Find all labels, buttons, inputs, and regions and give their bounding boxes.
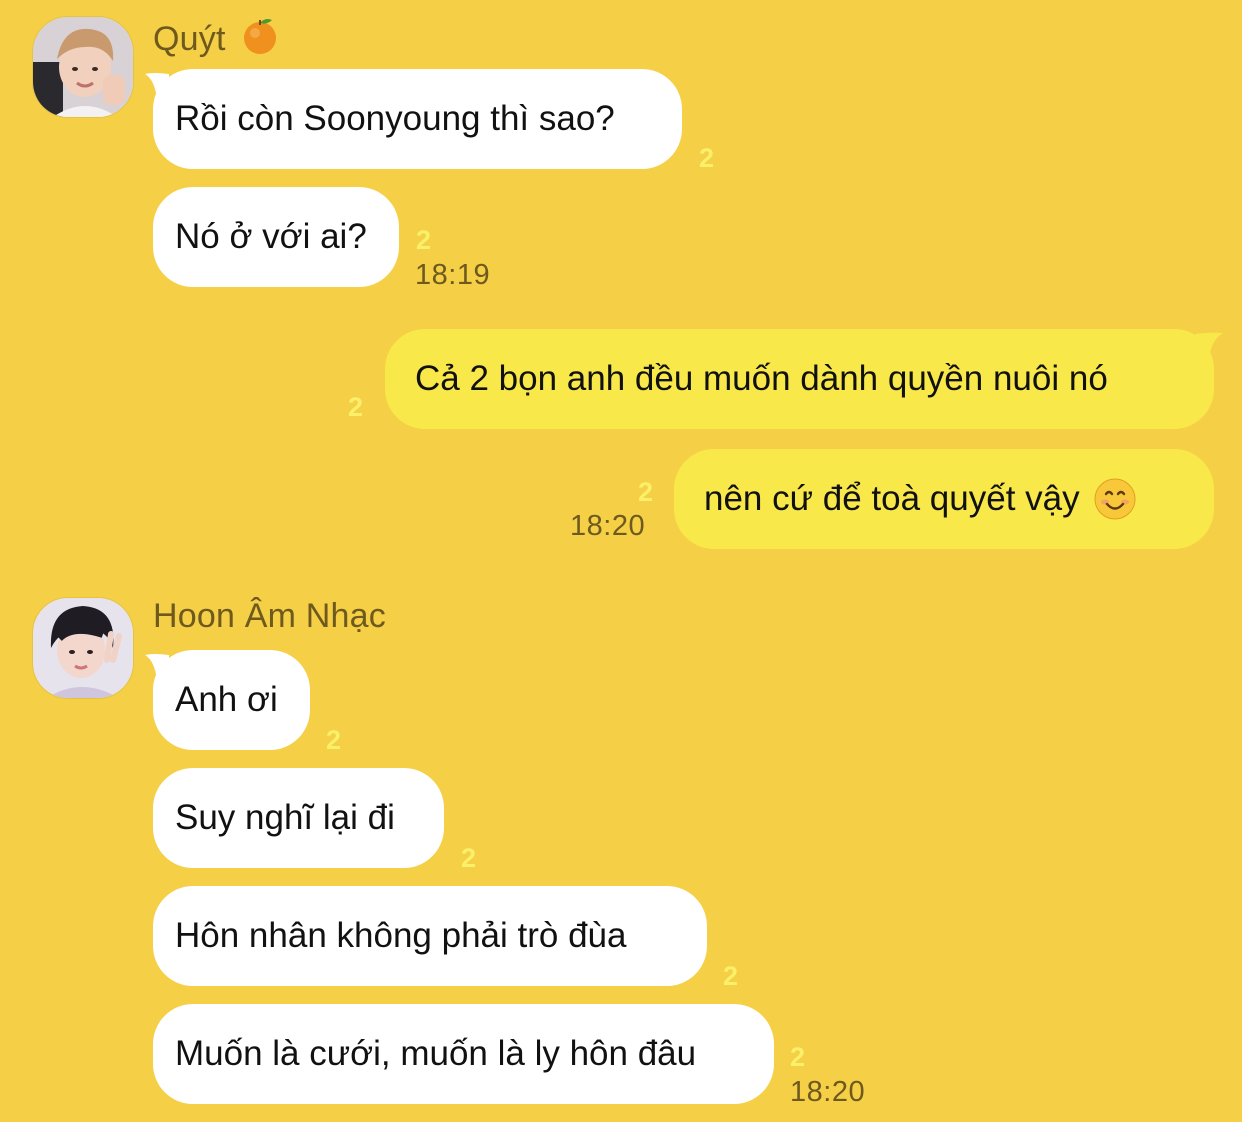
sender-name-quyt: Quýt: [153, 16, 279, 59]
message-text: Suy nghĩ lại đi: [175, 798, 395, 837]
avatar-quyt[interactable]: [32, 16, 134, 118]
sender-name-text: Quýt: [153, 20, 226, 58]
message-text: Muốn là cưới, muốn là ly hôn đâu: [175, 1034, 697, 1073]
message-bubble[interactable]: Rồi còn Soonyoung thì sao?: [153, 69, 682, 169]
message-bubble[interactable]: Anh ơi: [153, 650, 310, 750]
message-bubble[interactable]: Cả 2 bọn anh đều muốn dành quyền nuôi nó: [385, 329, 1214, 429]
message-bubble[interactable]: Muốn là cưới, muốn là ly hôn đâu: [153, 1004, 774, 1104]
profile-photo-quyt: [33, 17, 133, 117]
unread-count: 2: [461, 843, 477, 873]
unread-count: 2: [348, 392, 364, 422]
unread-count: 2: [416, 225, 432, 255]
message-text: nên cứ để toà quyết vậy: [704, 479, 1080, 518]
message-bubble[interactable]: Nó ở với ai?: [153, 187, 399, 287]
smiling-face-icon: [1094, 478, 1136, 520]
profile-photo-hoon: [33, 598, 133, 698]
tangerine-icon: [244, 19, 277, 54]
avatar-hoon[interactable]: [32, 597, 134, 699]
unread-count: 2: [326, 725, 342, 755]
message-text: Hôn nhân không phải trò đùa: [175, 916, 627, 955]
message-bubble[interactable]: nên cứ để toà quyết vậy: [674, 449, 1214, 549]
sender-name-hoon: Hoon Âm Nhạc: [153, 597, 386, 635]
message-text: Anh ơi: [175, 680, 278, 719]
message-text: Rồi còn Soonyoung thì sao?: [175, 99, 615, 138]
unread-count: 2: [638, 477, 654, 507]
unread-count: 2: [723, 961, 739, 991]
unread-count: 2: [790, 1042, 806, 1072]
message-text: Cả 2 bọn anh đều muốn dành quyền nuôi nó: [415, 359, 1108, 398]
message-bubble[interactable]: Suy nghĩ lại đi: [153, 768, 444, 868]
message-timestamp: 18:19: [415, 259, 491, 291]
message-text: Nó ở với ai?: [175, 217, 367, 256]
unread-count: 2: [699, 143, 715, 173]
message-timestamp: 18:20: [790, 1076, 866, 1108]
message-bubble[interactable]: Hôn nhân không phải trò đùa: [153, 886, 707, 986]
message-timestamp: 18:20: [570, 510, 646, 542]
